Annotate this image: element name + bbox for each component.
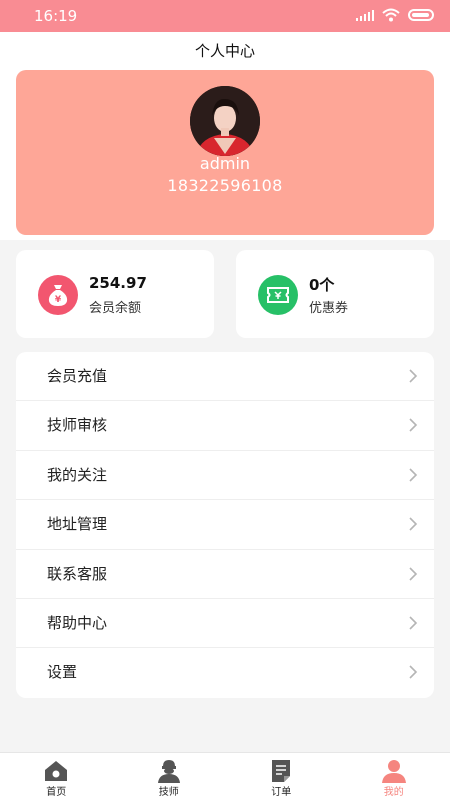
- menu-item-recharge[interactable]: 会员充值: [16, 352, 434, 401]
- tab-label: 我的: [384, 783, 404, 798]
- balance-card[interactable]: ¥ 254.97 会员余额: [16, 250, 214, 338]
- coupon-label: 优惠券: [309, 297, 348, 316]
- menu-item-following[interactable]: 我的关注: [16, 451, 434, 500]
- order-icon: [268, 759, 294, 783]
- balance-value: 254.97: [89, 274, 147, 292]
- chevron-right-icon: [406, 468, 420, 482]
- technician-icon: [156, 759, 182, 783]
- tab-profile[interactable]: 我的: [338, 753, 450, 801]
- menu-item-label: 技师审核: [47, 401, 107, 450]
- home-icon: [43, 759, 69, 783]
- chevron-right-icon: [406, 517, 420, 531]
- username: admin: [16, 154, 434, 173]
- tab-home[interactable]: 首页: [0, 753, 113, 801]
- avatar-image: [190, 86, 260, 156]
- tab-label: 订单: [271, 783, 291, 798]
- chevron-right-icon: [406, 567, 420, 581]
- page-title: 个人中心: [0, 32, 450, 70]
- tab-orders[interactable]: 订单: [225, 753, 338, 801]
- svg-text:¥: ¥: [55, 295, 62, 305]
- menu-item-customer-service[interactable]: 联系客服: [16, 550, 434, 599]
- status-time: 16:19: [34, 7, 77, 25]
- menu-item-label: 联系客服: [47, 550, 107, 599]
- chevron-right-icon: [406, 369, 420, 383]
- coupon-value: 0个: [309, 274, 334, 295]
- tab-technician[interactable]: 技师: [113, 753, 226, 801]
- menu-item-label: 地址管理: [47, 500, 107, 549]
- wifi-icon: [382, 8, 400, 22]
- chevron-right-icon: [406, 665, 420, 679]
- menu-item-address[interactable]: 地址管理: [16, 500, 434, 549]
- menu-item-label: 帮助中心: [47, 599, 107, 648]
- money-bag-icon: ¥: [38, 275, 78, 315]
- coupon-icon: [258, 275, 298, 315]
- menu-item-settings[interactable]: 设置: [16, 648, 434, 697]
- status-bar: 16:19: [0, 0, 450, 32]
- coupon-card[interactable]: 0个 优惠券: [236, 250, 434, 338]
- signal-icon: [356, 9, 374, 21]
- chevron-right-icon: [406, 616, 420, 630]
- menu-item-help[interactable]: 帮助中心: [16, 599, 434, 648]
- battery-icon: [408, 9, 434, 21]
- balance-label: 会员余额: [89, 297, 141, 316]
- profile-card[interactable]: admin 18322596108: [16, 70, 434, 235]
- phone-number: 18322596108: [16, 176, 434, 195]
- tab-label: 技师: [159, 783, 179, 798]
- chevron-right-icon: [406, 418, 420, 432]
- menu-list: 会员充值 技师审核 我的关注 地址管理 联系客服 帮助中心 设置: [16, 352, 434, 698]
- tab-label: 首页: [46, 783, 66, 798]
- menu-item-label: 设置: [47, 648, 77, 697]
- bottom-tab-bar: 首页 技师 订单 我的: [0, 752, 450, 801]
- status-icons: [356, 8, 434, 22]
- menu-item-technician-review[interactable]: 技师审核: [16, 401, 434, 450]
- avatar[interactable]: [190, 86, 260, 156]
- menu-item-label: 会员充值: [47, 352, 107, 401]
- profile-icon: [381, 759, 407, 783]
- menu-item-label: 我的关注: [47, 451, 107, 500]
